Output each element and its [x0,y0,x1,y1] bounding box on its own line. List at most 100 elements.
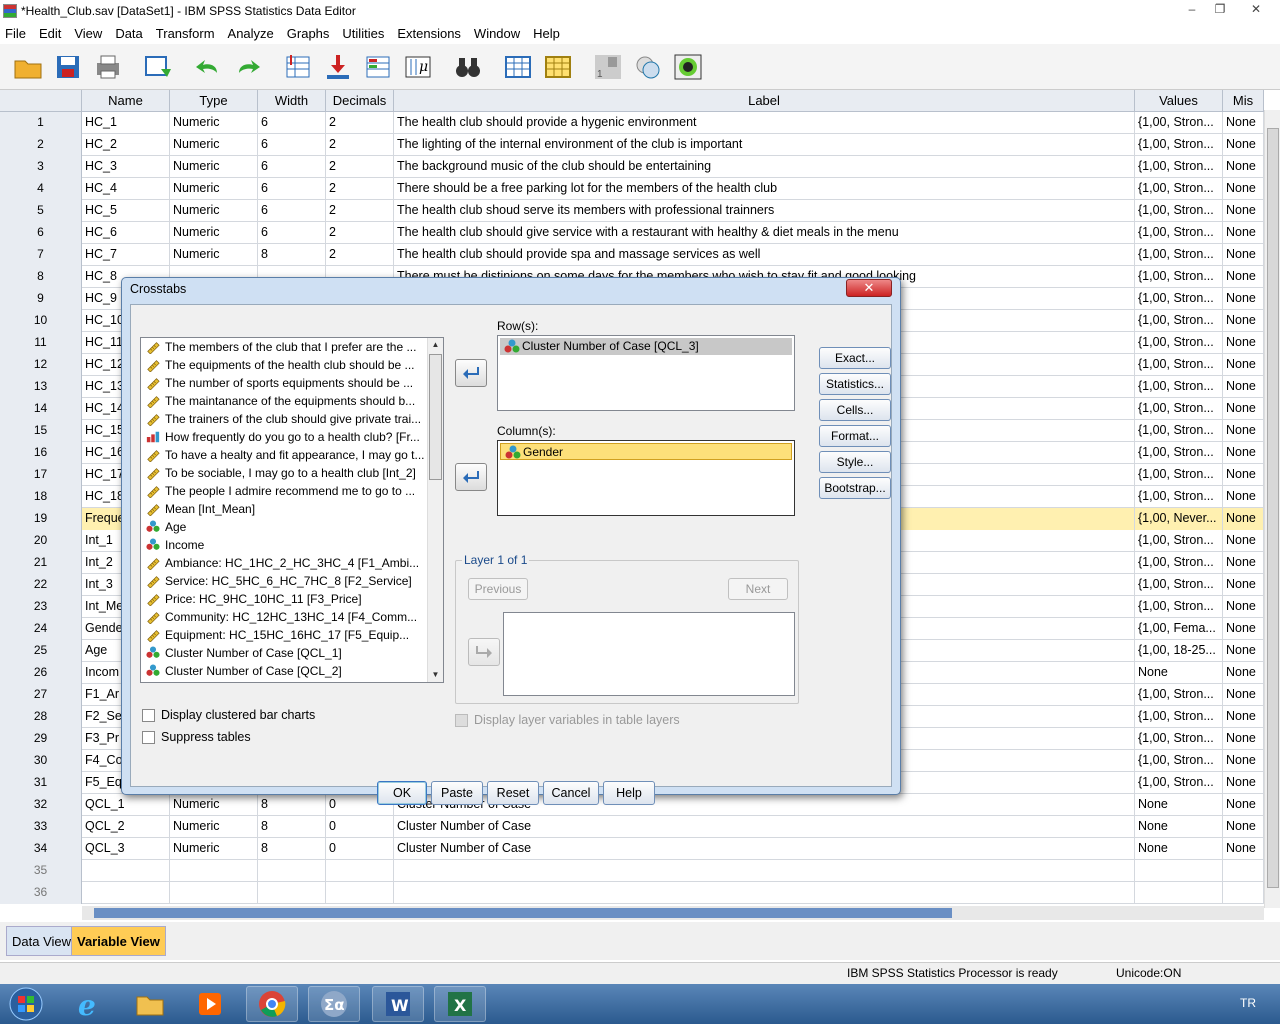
use-sets-icon[interactable] [672,52,704,82]
cell-values[interactable]: {1,00, Stron... [1135,574,1223,596]
row-number[interactable]: 14 [0,398,82,420]
tab-variable-view[interactable]: Variable View [71,926,166,956]
chrome-icon[interactable] [246,986,298,1022]
cell-missing[interactable]: None [1223,288,1264,310]
cell-values[interactable]: {1,00, Stron... [1135,200,1223,222]
cell-decimals[interactable]: 2 [326,178,394,200]
descriptives-icon[interactable]: μ [402,52,434,82]
paste-button[interactable]: Paste [431,781,483,805]
cell-type[interactable]: Numeric [170,838,258,860]
cell-type[interactable]: Numeric [170,134,258,156]
cell-values[interactable]: {1,00, Stron... [1135,420,1223,442]
cell-label[interactable]: Cluster Number of Case [394,816,1135,838]
header-name[interactable]: Name [82,90,170,112]
format-button[interactable]: Format... [819,425,891,447]
cell-missing[interactable]: None [1223,442,1264,464]
cell-missing[interactable]: None [1223,134,1264,156]
cell-missing[interactable]: None [1223,376,1264,398]
layer-list[interactable] [503,612,795,696]
row-number[interactable]: 17 [0,464,82,486]
cell-missing[interactable]: None [1223,838,1264,860]
cell-name[interactable]: HC_7 [82,244,170,266]
list-item[interactable]: Cluster Number of Case [QCL_1] [141,644,443,662]
word-icon[interactable]: W [372,986,424,1022]
row-number[interactable]: 32 [0,794,82,816]
open-folder-icon[interactable] [12,52,44,82]
columns-list[interactable]: Gender [497,440,795,516]
table-row[interactable]: 34 QCL_3 Numeric 8 0 Cluster Number of Case No… [0,838,1264,860]
list-item[interactable]: Mean [Int_Mean] [141,500,443,518]
value-labels-icon[interactable] [632,52,664,82]
cell-missing[interactable]: None [1223,794,1264,816]
cell-missing[interactable]: None [1223,486,1264,508]
table-row[interactable]: 36 [0,882,1264,904]
row-number[interactable]: 6 [0,222,82,244]
row-number[interactable]: 18 [0,486,82,508]
rows-list[interactable]: Cluster Number of Case [QCL_3] [497,335,795,411]
cell-values[interactable]: {1,00, Never... [1135,508,1223,530]
cell-values[interactable]: None [1135,816,1223,838]
row-number[interactable]: 30 [0,750,82,772]
cell-values[interactable]: {1,00, Stron... [1135,772,1223,794]
list-item[interactable]: Community: HC_12HC_13HC_14 [F4_Comm... [141,608,443,626]
style-button[interactable]: Style... [819,451,891,473]
insert-cases-icon[interactable] [502,52,534,82]
cell-missing[interactable] [1223,860,1264,882]
move-to-layer-button[interactable] [468,638,500,666]
row-number[interactable]: 16 [0,442,82,464]
row-number[interactable]: 25 [0,640,82,662]
list-item[interactable]: Equipment: HC_15HC_16HC_17 [F5_Equip... [141,626,443,644]
cell-values[interactable]: {1,00, Stron... [1135,134,1223,156]
header-label[interactable]: Label [394,90,1135,112]
cell-missing[interactable]: None [1223,178,1264,200]
cell-width[interactable] [258,860,326,882]
clustered-bar-checkbox[interactable]: Display clustered bar charts [142,708,315,722]
variable-list-scrollbar[interactable]: ▲ ▼ [427,338,443,682]
cell-values[interactable]: {1,00, Stron... [1135,750,1223,772]
file-explorer-icon[interactable] [124,986,176,1022]
close-icon[interactable]: ✕ [1234,0,1278,18]
cell-values[interactable]: {1,00, Stron... [1135,530,1223,552]
list-item[interactable]: Price: HC_9HC_10HC_11 [F3_Price] [141,590,443,608]
cell-label[interactable] [394,860,1135,882]
cell-decimals[interactable]: 2 [326,200,394,222]
recall-dialog-icon[interactable] [142,52,174,82]
list-item[interactable]: To be sociable, I may go to a health clu… [141,464,443,482]
menu-edit[interactable]: Edit [34,26,69,41]
list-item[interactable]: The people I admire recommend me to go t… [141,482,443,500]
cell-label[interactable]: The health club should provide a hygenic… [394,112,1135,134]
cell-label[interactable]: There should be a free parking lot for t… [394,178,1135,200]
menu-extensions[interactable]: Extensions [392,26,469,41]
spss-taskbar-icon[interactable]: Σα [308,986,360,1022]
cell-values[interactable]: {1,00, Stron... [1135,266,1223,288]
list-item[interactable]: The maintanance of the equipments should… [141,392,443,410]
table-row[interactable]: 35 [0,860,1264,882]
cell-missing[interactable]: None [1223,112,1264,134]
cell-missing[interactable]: None [1223,728,1264,750]
cell-type[interactable]: Numeric [170,222,258,244]
cell-missing[interactable]: None [1223,464,1264,486]
row-number[interactable]: 24 [0,618,82,640]
cell-name[interactable]: QCL_2 [82,816,170,838]
cell-missing[interactable]: None [1223,530,1264,552]
list-item[interactable]: The trainers of the club should give pri… [141,410,443,428]
scroll-down-icon[interactable]: ▼ [428,668,443,682]
internet-explorer-icon[interactable]: e [64,986,116,1022]
save-icon[interactable] [52,52,84,82]
header-values[interactable]: Values [1135,90,1223,112]
row-number[interactable]: 12 [0,354,82,376]
cell-values[interactable]: {1,00, Stron... [1135,112,1223,134]
cancel-button[interactable]: Cancel [543,781,599,805]
cell-values[interactable]: {1,00, Fema... [1135,618,1223,640]
cell-values[interactable] [1135,860,1223,882]
insert-variable-icon[interactable] [542,52,574,82]
cell-missing[interactable]: None [1223,640,1264,662]
list-item[interactable]: The members of the club that I prefer ar… [141,338,443,356]
cell-values[interactable]: {1,00, Stron... [1135,332,1223,354]
cell-values[interactable]: {1,00, Stron... [1135,222,1223,244]
cell-name[interactable]: HC_3 [82,156,170,178]
move-to-rows-button[interactable] [455,359,487,387]
cell-missing[interactable]: None [1223,266,1264,288]
cell-values[interactable]: None [1135,662,1223,684]
menu-help[interactable]: Help [528,26,568,41]
